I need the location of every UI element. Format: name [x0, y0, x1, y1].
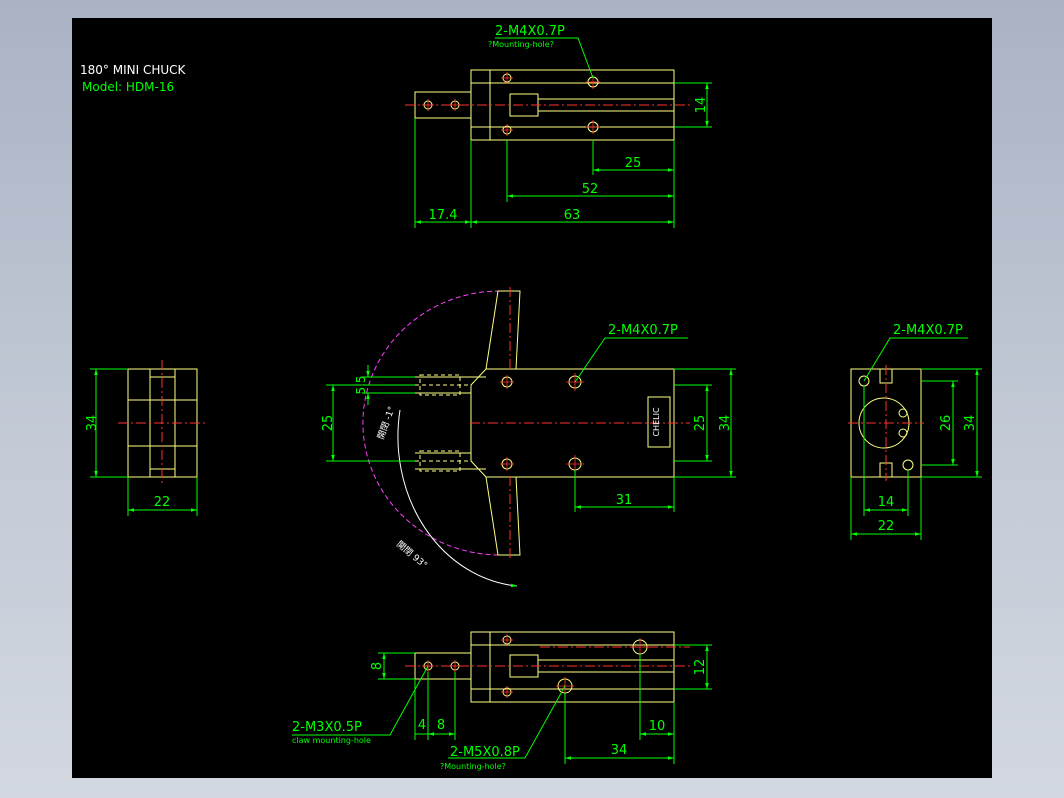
front-logo-text: CHELIC: [652, 407, 661, 436]
right-dim-34: 34: [963, 415, 978, 432]
top-dim-25: 25: [625, 156, 642, 171]
front-dim-31: 31: [616, 493, 633, 508]
left-view-dimensions: [90, 368, 198, 516]
bottom-dim-34: 34: [611, 743, 628, 758]
hole: [902, 459, 914, 471]
front-arc-label-small: 開閉 -1°: [375, 405, 397, 441]
right-dim-14: 14: [878, 495, 895, 510]
front-dim-5-5: 5.5: [354, 375, 368, 394]
bottom-callout-mount-note: ?Mounting-hole?: [440, 762, 506, 771]
top-view-dimensions: [414, 37, 712, 228]
right-view-dimensions: [850, 337, 982, 540]
top-dim-63: 63: [564, 208, 581, 223]
right-dim-26: 26: [939, 415, 954, 432]
top-dim-14: 14: [694, 97, 709, 114]
top-callout-note: ?Mounting-hole?: [488, 40, 554, 49]
bottom-view-body: [470, 631, 675, 703]
drawing-model: Model: HDM-16: [82, 80, 174, 94]
left-view: 34 22: [85, 360, 207, 516]
front-dim-25-right: 25: [693, 415, 708, 432]
top-dim-52: 52: [582, 182, 599, 197]
top-callout-thread: 2-M4X0.7P: [495, 24, 565, 39]
top-dim-17-4: 17.4: [429, 208, 458, 223]
bottom-dim-8: 8: [437, 718, 445, 733]
front-view-jaw-lower: [485, 476, 521, 556]
top-view: 14 25 52 17.4 63 2-M4X0.7P ?Mounting-hol…: [405, 24, 712, 228]
front-dim-25-left: 25: [321, 415, 336, 432]
left-dim-34: 34: [85, 415, 100, 432]
right-dim-22: 22: [878, 519, 895, 534]
right-view: 26 34 14 22 2-M4X0.7P: [848, 323, 982, 540]
bottom-dim-4: 4: [418, 718, 426, 733]
hole: [898, 408, 908, 418]
bottom-callout-mount-thread: 2-M5X0.8P: [450, 745, 520, 760]
left-dim-22: 22: [154, 495, 171, 510]
bottom-dim-8-vertical: 8: [370, 662, 385, 670]
bottom-callout-claw-thread: 2-M3X0.5P: [292, 720, 362, 735]
front-arc-label-large: 開閉 93°: [394, 539, 429, 571]
bottom-dim-10: 10: [649, 719, 666, 734]
drawing-title: 180° MINI CHUCK: [80, 63, 187, 77]
cad-drawing-viewport[interactable]: 180° MINI CHUCK Model: HDM-16 14 25 52 1…: [72, 18, 992, 778]
drawing-canvas: 180° MINI CHUCK Model: HDM-16 14 25 52 1…: [80, 24, 982, 771]
front-callout-thread: 2-M4X0.7P: [608, 323, 678, 338]
right-callout-thread: 2-M4X0.7P: [893, 323, 963, 338]
bottom-dim-12: 12: [693, 659, 708, 676]
bottom-view: 8 12 4 8 10 34 2-M3X0.5P claw mounting-h…: [292, 631, 712, 771]
hole: [898, 428, 908, 438]
front-view-jaw-upper: [485, 290, 521, 370]
front-dim-34: 34: [718, 415, 733, 432]
title-block: 180° MINI CHUCK Model: HDM-16: [80, 63, 187, 94]
front-view: 5.5 25 25 34 31 2-M4X0.7P 開閉 -1° 開閉 93° …: [321, 287, 736, 588]
bottom-callout-claw-note: claw mounting-hole: [292, 736, 371, 745]
